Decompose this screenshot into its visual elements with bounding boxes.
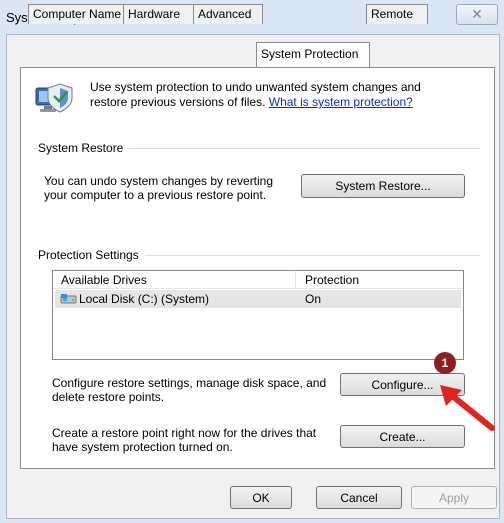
intro-line-2-text: restore previous versions of files. [90, 95, 269, 109]
configure-line-1: Configure restore settings, manage disk … [52, 376, 327, 390]
intro-line-2: restore previous versions of files. What… [90, 95, 413, 109]
create-line-2: have system protection turned on. [52, 440, 233, 454]
system-restore-group-label: System Restore [38, 141, 130, 155]
system-properties-window: System Properties ✕ Computer Name Hardwa… [0, 0, 504, 523]
what-is-system-protection-link[interactable]: What is system protection? [269, 95, 413, 109]
column-header-available-drives[interactable]: Available Drives [61, 273, 147, 287]
system-restore-line-2: your computer to a previous restore poin… [44, 188, 267, 202]
tab-label: Computer Name [33, 7, 122, 21]
tab-label: Advanced [198, 7, 252, 21]
tab-label: Remote [371, 7, 414, 21]
drive-name: Local Disk (C:) (System) [79, 292, 210, 306]
tab-remote[interactable]: Remote [366, 4, 428, 24]
tab-panel [20, 67, 495, 469]
tab-system-protection[interactable]: System Protection [256, 42, 370, 67]
list-item-local-disk-c[interactable]: Local Disk (C:) (System) On [55, 290, 461, 308]
drive-icon [60, 293, 77, 305]
configure-line-2: delete restore points. [52, 390, 165, 404]
tab-computer-name[interactable]: Computer Name [28, 4, 124, 24]
list-header: Available Drives Protection [53, 271, 463, 289]
create-line-1: Create a restore point right now for the… [52, 426, 317, 440]
system-restore-line-1: You can undo system changes by reverting [44, 174, 274, 188]
shield-monitor-icon [34, 80, 76, 116]
close-button[interactable]: ✕ [456, 4, 498, 25]
apply-button[interactable]: Apply [411, 486, 497, 509]
system-restore-button[interactable]: System Restore... [301, 174, 465, 198]
protection-settings-group-label: Protection Settings [38, 248, 145, 262]
close-icon: ✕ [471, 6, 483, 22]
tab-label: System Protection [261, 47, 359, 61]
available-drives-list[interactable]: Available Drives Protection Local Disk (… [52, 270, 464, 360]
tab-hardware[interactable]: Hardware [123, 4, 195, 24]
column-separator [295, 271, 296, 288]
drive-protection-status: On [305, 292, 322, 306]
annotation-arrow-icon [436, 382, 498, 434]
tab-label: Hardware [128, 7, 181, 21]
column-header-protection[interactable]: Protection [305, 273, 359, 287]
ok-button[interactable]: OK [230, 486, 292, 509]
cancel-button[interactable]: Cancel [316, 486, 402, 509]
intro-line-1: Use system protection to undo unwanted s… [90, 80, 421, 94]
step-number-badge: 1 [434, 352, 456, 374]
tab-advanced[interactable]: Advanced [193, 4, 263, 24]
